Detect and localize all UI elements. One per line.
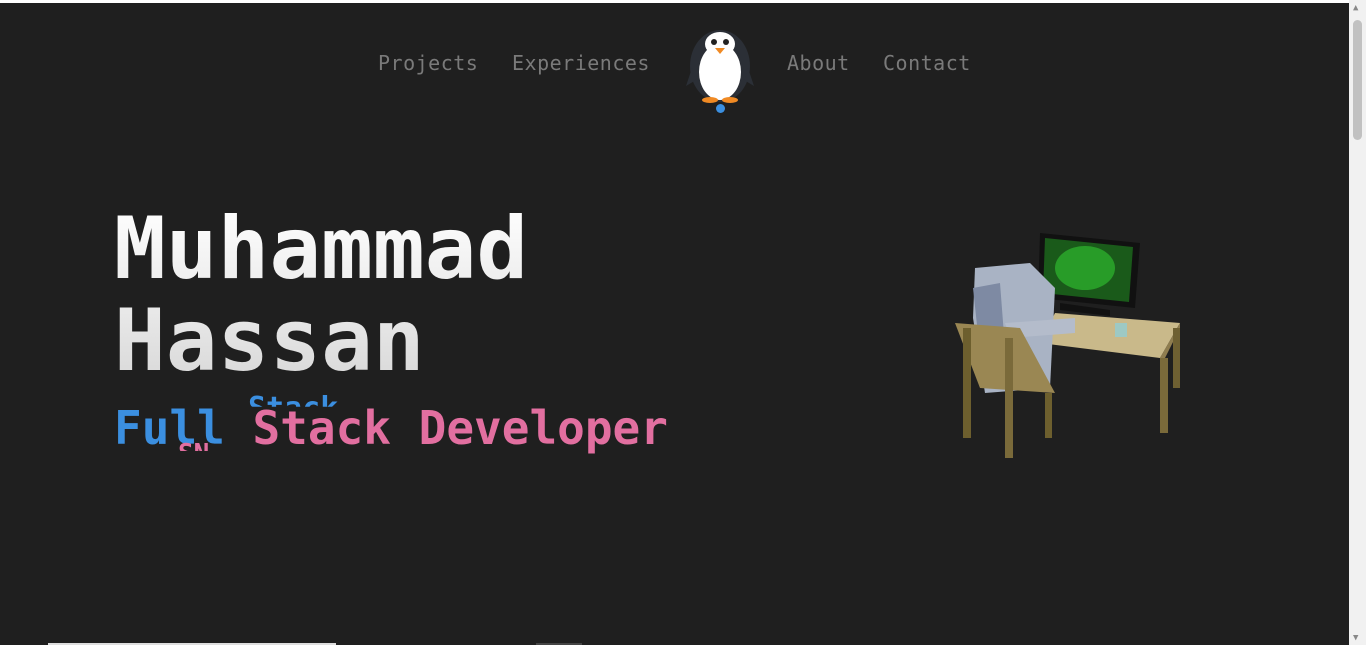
role-word-developer: Developer [418,401,668,455]
name-line-2: Hassan [114,291,425,391]
nav-about[interactable]: About [787,51,850,75]
nav-experiences[interactable]: Experiences [512,51,650,75]
penguin-logo-icon[interactable] [684,18,756,104]
role-word-stack: Stack [252,401,391,455]
page: Projects Experiences About Contact Muham… [0,3,1349,645]
name-line-1: Muhammad [114,199,529,299]
nav-contact[interactable]: Contact [883,51,971,75]
voxel-developer-desk-illustration [955,233,1180,458]
hero-role: Full Stack Developer Stack SN [114,391,668,455]
page-scrollbar[interactable]: ▲ ▼ [1349,0,1366,645]
hero-name: Muhammad Hassan [114,203,528,387]
nav-projects[interactable]: Projects [378,51,478,75]
scroll-down-icon[interactable]: ▼ [1353,633,1358,643]
scrollbar-thumb[interactable] [1353,20,1362,140]
scroll-up-icon[interactable]: ▲ [1353,3,1358,13]
active-indicator-dot [716,104,725,113]
